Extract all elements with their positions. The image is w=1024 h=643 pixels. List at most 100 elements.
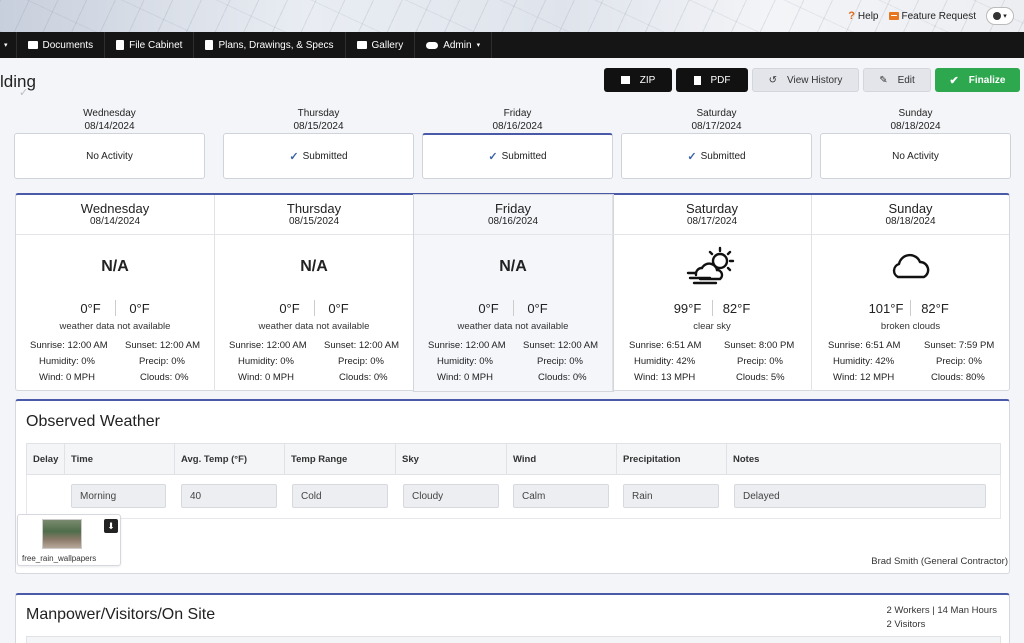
clouds-value: 0% — [373, 372, 388, 383]
attachment-thumbnail[interactable] — [42, 519, 82, 549]
day-status: No Activity — [892, 150, 939, 162]
precip: Precip: 0% — [936, 356, 982, 367]
sunrise: Sunrise: 12:00 AM — [30, 340, 108, 351]
section-title: Observed Weather — [26, 413, 160, 430]
chevron-down-icon: ▾ — [476, 42, 481, 49]
precip-label: Precip: — [139, 356, 169, 367]
day-status-card-selected[interactable]: ✓ Submitted — [422, 133, 613, 179]
day-header: Sunday 08/18/2024 — [820, 107, 1011, 133]
wind-field[interactable]: Calm — [513, 484, 609, 508]
nav-documents[interactable]: Documents — [17, 32, 106, 58]
day-status-card[interactable]: No Activity — [820, 133, 1011, 179]
humidity-value: 42% — [676, 356, 696, 367]
day-date: 08/14/2024 — [84, 121, 135, 132]
temperature-range: 0°F 0°F — [215, 300, 413, 316]
nav-collapsed-menu[interactable]: ▾ — [0, 32, 17, 58]
nav-file-cabinet[interactable]: File Cabinet — [105, 32, 195, 58]
high-temp: 101°F — [868, 300, 904, 316]
precip: Precip: 0% — [139, 356, 185, 367]
day-date: 08/17/2024 — [691, 121, 742, 132]
low-temp: 0°F — [527, 300, 548, 316]
precip-value: 0% — [171, 356, 185, 367]
clouds: Clouds: 80% — [931, 372, 985, 383]
precipitation-field[interactable]: Rain — [623, 484, 719, 508]
nav-gallery[interactable]: Gallery — [346, 32, 416, 58]
precip-value: 0% — [569, 356, 583, 367]
check-icon: ✓ — [687, 150, 697, 163]
sunrise: Sunrise: 12:00 AM — [428, 340, 506, 351]
forecast-date: 08/14/2024 — [89, 216, 141, 227]
low-temp: 82°F — [921, 300, 949, 316]
clouds-value: 0% — [572, 372, 587, 383]
finalize-button[interactable]: ✔ Finalize — [935, 68, 1020, 92]
day-status-card[interactable]: ✓ Submitted — [223, 133, 414, 179]
delay-checkbox[interactable]: ✓ — [19, 86, 28, 99]
humidity-value: 0% — [479, 356, 493, 367]
clouds: Clouds: 5% — [736, 372, 785, 383]
download-icon[interactable]: ⬇ — [104, 519, 118, 533]
table-row: Morning 40 Cold Cloudy Calm Rain Delayed — [26, 475, 1001, 519]
temp-range-field[interactable]: Cold — [292, 484, 388, 508]
cloud-icon — [892, 253, 929, 279]
forecast-date: 08/18/2024 — [885, 216, 936, 227]
sunset-label: Sunset: — [724, 340, 757, 351]
pdf-icon — [693, 75, 701, 85]
column-header: Delay — [27, 444, 65, 474]
humidity-label: Humidity: — [238, 356, 278, 367]
sunset-value: 12:00 AM — [557, 340, 598, 351]
forecast-day-selected: Friday 08/16/2024 N/A 0°F 0°F weather da… — [414, 195, 613, 391]
precip-value: 0% — [968, 356, 982, 367]
manpower-stats: 2 Workers | 14 Man Hours 2 Visitors — [886, 604, 997, 632]
day-name: Thursday — [297, 108, 340, 119]
wind-value: 0 MPH — [264, 372, 294, 383]
day-status-card[interactable]: No Activity — [14, 133, 205, 179]
humidity: Humidity: 42% — [634, 356, 695, 367]
day-status: No Activity — [86, 150, 133, 162]
sunset: Sunset: 7:59 PM — [924, 340, 994, 351]
sunrise-value: 12:00 AM — [67, 340, 108, 351]
edit-button[interactable]: ✎ Edit — [863, 68, 931, 92]
sun-cloud-wind-icon — [686, 246, 735, 285]
time-field[interactable]: Morning — [71, 484, 166, 508]
sunrise-value: 12:00 AM — [266, 340, 307, 351]
document-icon — [205, 40, 214, 50]
forecast-day: Wednesday 08/14/2024 N/A 0°F 0°F weather… — [16, 195, 215, 391]
chevron-down-icon: ▾ — [1003, 13, 1007, 20]
author-label: Brad Smith (General Contractor) — [871, 556, 1008, 567]
humidity-label: Humidity: — [634, 356, 674, 367]
main-nav: ▾ Documents File Cabinet Plans, Drawings… — [0, 32, 1024, 58]
high-temp: 0°F — [279, 300, 300, 316]
nav-plans[interactable]: Plans, Drawings, & Specs — [194, 32, 346, 58]
notes-field[interactable]: Delayed — [734, 484, 986, 508]
wind-label: Wind: — [833, 372, 858, 383]
divider — [613, 234, 811, 235]
precip-label: Precip: — [737, 356, 767, 367]
section-title: Manpower/Visitors/On Site — [26, 606, 216, 623]
wind-label: Wind: — [238, 372, 263, 383]
clouds-label: Clouds: — [736, 372, 769, 383]
help-link[interactable]: ? Help — [848, 10, 878, 22]
user-menu-button[interactable]: ▾ — [986, 7, 1014, 25]
attachment-card[interactable]: ⬇ free_rain_wallpapers — [17, 514, 121, 566]
sunrise: Sunrise: 12:00 AM — [229, 340, 307, 351]
view-history-button[interactable]: ↺ View History — [752, 68, 859, 92]
avg-temp-field[interactable]: 40 — [181, 484, 277, 508]
day-status-card[interactable]: ✓ Submitted — [621, 133, 812, 179]
column-header: Temp Range — [285, 444, 396, 474]
weather-condition: broken clouds — [880, 321, 941, 332]
humidity-value: 42% — [875, 356, 895, 367]
divider — [16, 234, 214, 235]
file-cabinet-icon — [116, 40, 125, 50]
nav-admin[interactable]: Admin ▾ — [415, 32, 493, 58]
temperature-range: 101°F 82°F — [812, 300, 1009, 316]
pdf-button[interactable]: PDF — [676, 68, 748, 92]
wind-label: Wind: — [634, 372, 659, 383]
sunrise: Sunrise: 6:51 AM — [629, 340, 701, 351]
zip-label: ZIP — [639, 74, 656, 86]
temperature-range: 99°F 82°F — [613, 300, 811, 316]
sunrise-label: Sunrise: — [828, 340, 863, 351]
wind-label: Wind: — [437, 372, 462, 383]
zip-button[interactable]: ZIP — [604, 68, 672, 92]
feature-request-link[interactable]: Feature Request — [888, 11, 976, 22]
sky-field[interactable]: Cloudy — [403, 484, 499, 508]
